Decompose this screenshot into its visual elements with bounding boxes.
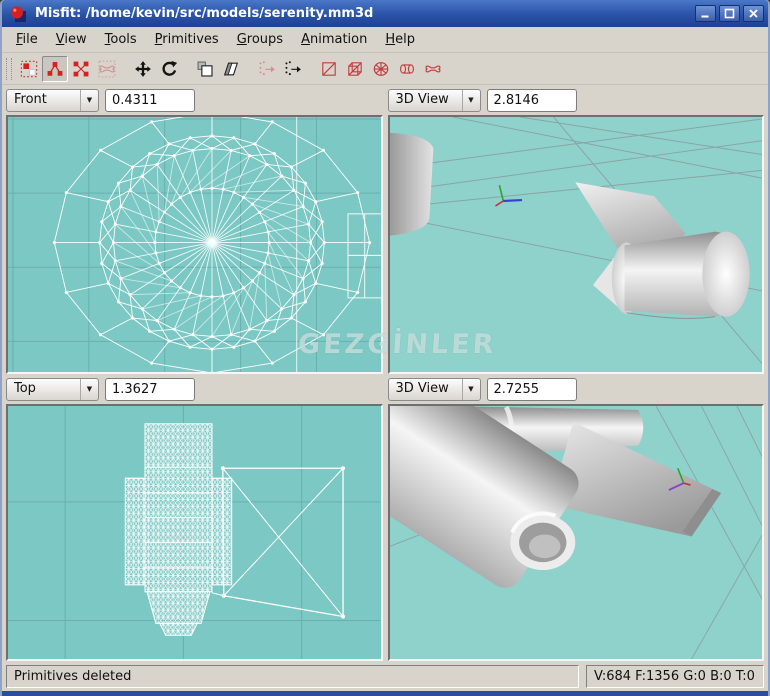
close-icon bbox=[749, 9, 758, 18]
menubar: File View Tools Primitives Groups Animation He… bbox=[2, 27, 768, 53]
toolbar-button-move-points[interactable] bbox=[280, 56, 306, 82]
viewport-grid: Front ▼ 3D View ▼ bbox=[2, 85, 768, 661]
toolbar-button-create-cylinder[interactable] bbox=[394, 56, 420, 82]
move-points-icon bbox=[285, 60, 301, 75]
shear-icon bbox=[223, 62, 239, 75]
create-cylinder-icon bbox=[400, 63, 414, 74]
titlebar[interactable]: Misfit: /home/kevin/src/models/serenity.… bbox=[2, 0, 768, 27]
menu-item-file[interactable]: File bbox=[7, 29, 47, 50]
toolbar-button-create-cube[interactable] bbox=[342, 56, 368, 82]
toolbar-button-shear[interactable] bbox=[218, 56, 244, 82]
menu-item-groups[interactable]: Groups bbox=[228, 29, 292, 50]
viewport-cell-top: Top ▼ bbox=[6, 374, 383, 661]
menu-item-tools[interactable]: Tools bbox=[96, 29, 146, 50]
create-rectangle-icon bbox=[322, 61, 336, 76]
viewport-controls: Front ▼ bbox=[6, 85, 383, 115]
toolbar-button-select-faces[interactable] bbox=[68, 56, 94, 82]
viewport-canvas-front[interactable] bbox=[6, 115, 383, 374]
viewport-controls: Top ▼ bbox=[6, 374, 383, 404]
window-title: Misfit: /home/kevin/src/models/serenity.… bbox=[35, 6, 374, 21]
viewport-cell-3d-lower: 3D View ▼ bbox=[387, 374, 765, 661]
toolbar-button-create-sphere[interactable] bbox=[368, 56, 394, 82]
create-sphere-icon bbox=[373, 61, 389, 76]
chevron-down-icon: ▼ bbox=[80, 89, 98, 111]
chevron-down-icon: ▼ bbox=[461, 378, 480, 400]
create-cube-icon bbox=[348, 61, 362, 76]
view-select-value: Front bbox=[14, 91, 47, 107]
zoom-input[interactable] bbox=[486, 88, 577, 112]
toolbar-button-create-rectangle[interactable] bbox=[316, 56, 342, 82]
select-bone-joints-icon bbox=[98, 60, 116, 77]
toolbar-button-create-bone[interactable] bbox=[420, 56, 446, 82]
menu-item-primitives[interactable]: Primitives bbox=[146, 29, 228, 50]
toolbar bbox=[2, 53, 768, 85]
create-bone-icon bbox=[425, 65, 441, 72]
maximize-icon bbox=[724, 8, 735, 19]
view-select-combo[interactable]: Front ▼ bbox=[6, 88, 99, 112]
move-vertices-icon bbox=[259, 60, 275, 75]
toolbar-button-select-connected[interactable] bbox=[42, 55, 68, 82]
viewport-canvas-top[interactable] bbox=[6, 404, 383, 661]
view-select-combo[interactable]: 3D View ▼ bbox=[387, 88, 481, 112]
app-icon bbox=[11, 6, 26, 22]
toolbar-button-rotate[interactable] bbox=[156, 56, 182, 82]
view-select-combo[interactable]: Top ▼ bbox=[6, 377, 99, 401]
maximize-button[interactable] bbox=[719, 5, 740, 22]
status-stats: V:684 F:1356 G:0 B:0 T:0 bbox=[586, 664, 764, 688]
zoom-input[interactable] bbox=[105, 88, 195, 112]
viewport-controls: 3D View ▼ bbox=[387, 374, 765, 404]
menu-item-view[interactable]: View bbox=[47, 29, 96, 50]
menu-item-help[interactable]: Help bbox=[376, 29, 424, 50]
toolbar-button-move[interactable] bbox=[130, 56, 156, 82]
zoom-input[interactable] bbox=[105, 377, 195, 401]
zoom-input[interactable] bbox=[486, 377, 577, 401]
viewport-canvas-3d-lower[interactable] bbox=[387, 404, 764, 661]
select-connected-icon bbox=[47, 61, 63, 76]
chevron-down-icon: ▼ bbox=[461, 89, 480, 111]
toolbar-button-select-vertices[interactable] bbox=[16, 56, 42, 82]
select-faces-icon bbox=[73, 61, 89, 76]
app-window: Misfit: /home/kevin/src/models/serenity.… bbox=[0, 0, 770, 696]
extrude-icon bbox=[197, 61, 213, 77]
viewport-controls: 3D View ▼ bbox=[387, 85, 765, 115]
view-select-value: 3D View bbox=[395, 380, 449, 396]
rotate-icon bbox=[162, 60, 178, 76]
statusbar: Primitives deleted V:684 F:1356 G:0 B:0 … bbox=[2, 661, 768, 691]
viewport-canvas-3d-upper[interactable] bbox=[387, 115, 764, 374]
view-select-value: 3D View bbox=[395, 91, 449, 107]
toolbar-button-select-bone-joints[interactable] bbox=[94, 56, 120, 82]
select-vertices-icon bbox=[20, 60, 38, 77]
viewport-cell-3d-upper: 3D View ▼ bbox=[387, 85, 765, 374]
view-select-value: Top bbox=[14, 380, 36, 396]
move-icon bbox=[135, 60, 151, 77]
minimize-button[interactable] bbox=[695, 5, 716, 22]
minimize-icon bbox=[701, 15, 709, 18]
viewport-cell-front: Front ▼ bbox=[6, 85, 383, 374]
window-frame-bottom bbox=[2, 691, 768, 696]
status-message: Primitives deleted bbox=[6, 664, 579, 688]
view-select-combo[interactable]: 3D View ▼ bbox=[387, 377, 481, 401]
close-button[interactable] bbox=[743, 5, 764, 22]
menu-item-animation[interactable]: Animation bbox=[292, 29, 376, 50]
toolbar-handle[interactable] bbox=[6, 57, 12, 80]
toolbar-button-extrude[interactable] bbox=[192, 56, 218, 82]
toolbar-button-move-vertices[interactable] bbox=[254, 56, 280, 82]
chevron-down-icon: ▼ bbox=[80, 378, 98, 400]
